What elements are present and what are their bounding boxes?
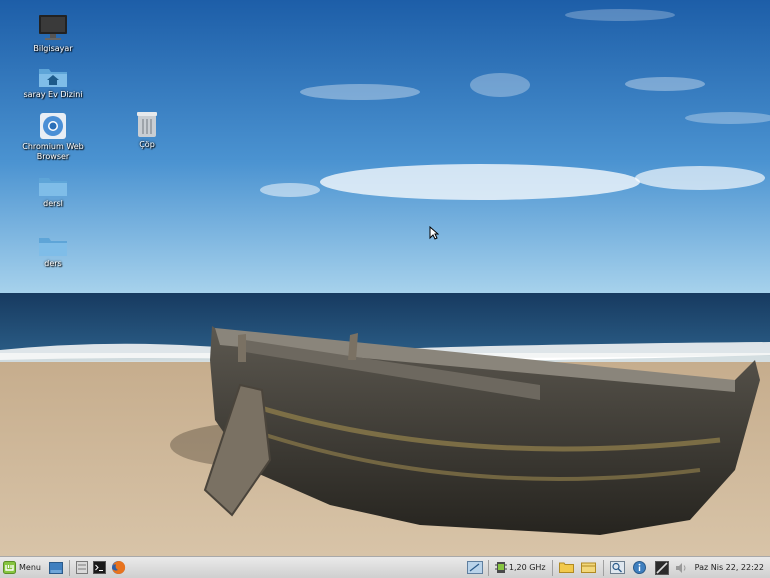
computer-icon [39, 15, 67, 40]
desktop-icon-label: Çöp [139, 140, 155, 149]
network-icon [654, 560, 669, 575]
chromium-icon [40, 113, 66, 139]
mouse-pointer-icon [429, 226, 439, 240]
tray-info-button[interactable] [629, 558, 651, 578]
panel-separator [551, 559, 553, 576]
desktop-icon-folder-ders[interactable]: ders [18, 235, 88, 269]
file-manager-launcher[interactable] [73, 558, 91, 578]
tray-search-button[interactable] [607, 558, 629, 578]
cpu-frequency-label: 1,20 GHz [508, 563, 546, 572]
tray-network-button[interactable] [651, 558, 673, 578]
panel-separator [68, 559, 70, 576]
desktop[interactable]: Bilgisayar saray Ev Dizini Chromium Web … [0, 0, 770, 556]
desktop-icon-label: dersl [43, 199, 63, 208]
info-icon [633, 561, 647, 574]
folder-icon [39, 178, 67, 196]
desktop-icon-computer[interactable]: Bilgisayar [18, 14, 88, 54]
home-folder-icon [39, 69, 67, 87]
archive-icon [581, 562, 597, 573]
desktop-icon-folder-dersl[interactable]: dersl [18, 175, 88, 209]
tray-archive-button[interactable] [578, 558, 600, 578]
cpu-icon [494, 562, 507, 573]
desktop-icon-trash[interactable]: Çöp [112, 110, 182, 150]
folder-icon [39, 238, 67, 256]
desktop-icon-label: ders [44, 259, 62, 268]
search-icon [610, 561, 626, 574]
menu-label: Menu [19, 563, 41, 572]
workspace-switcher-icon [466, 561, 483, 574]
desktop-icon-chromium[interactable]: Chromium Web Browser [18, 112, 88, 162]
workspace-switcher[interactable] [465, 558, 485, 578]
desktop-icon-home[interactable]: saray Ev Dizini [18, 66, 88, 100]
clock[interactable]: Paz Nis 22, 22:22 [695, 563, 764, 572]
desktop-icon-label: Bilgisayar [33, 44, 73, 53]
trash-icon [137, 112, 157, 137]
show-desktop-icon [48, 561, 63, 574]
folder-icon [559, 562, 575, 573]
mint-logo-icon [3, 561, 16, 574]
terminal-launcher[interactable] [91, 558, 109, 578]
tray-folder-button[interactable] [556, 558, 578, 578]
panel-separator [487, 559, 489, 576]
wallpaper-beach-boat [0, 0, 770, 556]
file-manager-icon [75, 561, 88, 574]
menu-button[interactable]: Menu [0, 558, 46, 578]
firefox-launcher[interactable] [109, 558, 129, 578]
terminal-icon [93, 561, 107, 574]
show-desktop-button[interactable] [46, 558, 66, 578]
panel-separator [602, 559, 604, 576]
taskbar-panel: Menu 1,20 GHz Paz Nis 22, 22:22 [0, 556, 770, 578]
desktop-icon-label: Chromium Web Browser [22, 142, 84, 161]
cpu-frequency-monitor[interactable]: 1,20 GHz [492, 558, 549, 578]
firefox-icon [112, 560, 126, 574]
tray-volume-button[interactable] [673, 558, 691, 578]
volume-icon [676, 562, 686, 573]
desktop-icon-label: saray Ev Dizini [23, 90, 83, 99]
